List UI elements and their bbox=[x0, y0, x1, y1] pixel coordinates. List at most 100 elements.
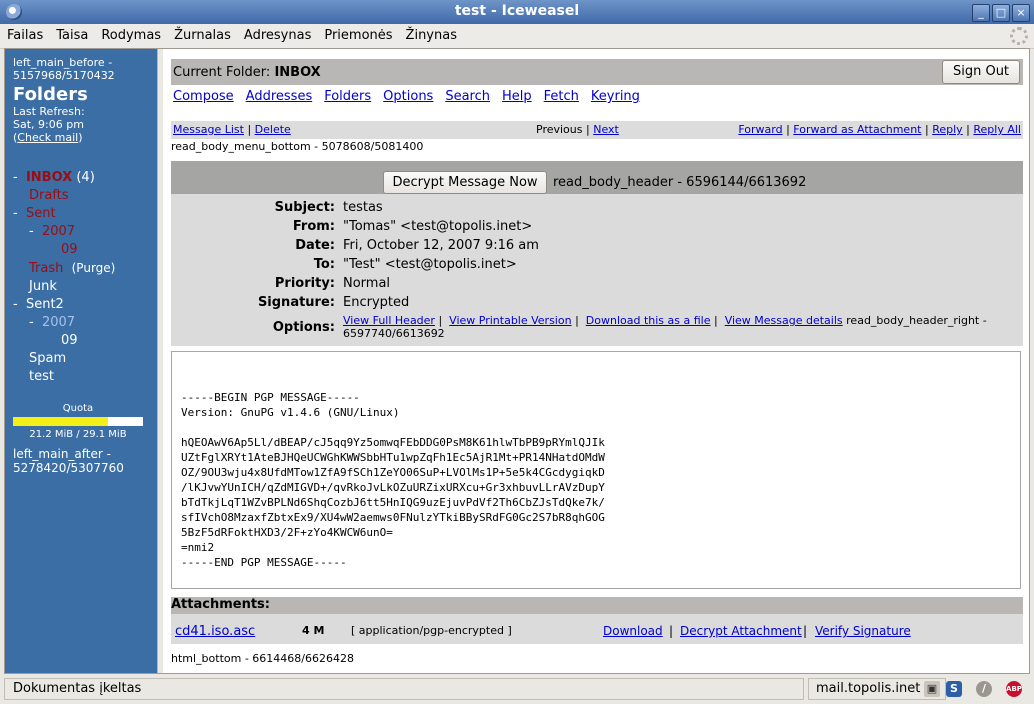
window-title: test - Iceweasel bbox=[454, 3, 580, 19]
folder-label[interactable]: INBOX bbox=[26, 170, 72, 185]
folder-label[interactable]: 09 bbox=[61, 333, 78, 348]
adblock-icon[interactable]: ABP bbox=[1006, 681, 1022, 697]
folder-label[interactable]: test bbox=[29, 369, 54, 384]
folder-spam[interactable]: Spam bbox=[13, 350, 157, 368]
statusbar: Dokumentas įkeltas mail.topolis.inet ▣ S… bbox=[0, 676, 1034, 704]
debug-left-main-before: left_main_before - 5157968/5170432 bbox=[13, 56, 115, 82]
nav-search[interactable]: Search bbox=[445, 89, 490, 104]
current-folder-bar: Current Folder: INBOX Sign Out bbox=[171, 59, 1023, 85]
attachment-download-link[interactable]: Download bbox=[603, 624, 663, 638]
s-extension-icon[interactable]: S bbox=[946, 681, 962, 697]
frame-divider[interactable] bbox=[157, 49, 163, 673]
view-details-link[interactable]: View Message details bbox=[725, 314, 843, 327]
nav-addresses[interactable]: Addresses bbox=[246, 89, 313, 104]
throbber-icon bbox=[1010, 27, 1028, 45]
folder-label[interactable]: Spam bbox=[29, 351, 66, 366]
last-refresh-value: Sat, 9:06 pm bbox=[13, 118, 84, 131]
folder-sent2-2007-09[interactable]: 09 bbox=[13, 332, 157, 350]
folder-sent2[interactable]: - Sent2 bbox=[13, 296, 157, 314]
delete-link[interactable]: Delete bbox=[255, 123, 291, 136]
view-full-header-link[interactable]: View Full Header bbox=[343, 314, 435, 327]
sign-out-button[interactable]: Sign Out bbox=[942, 60, 1020, 84]
collapse-toggle[interactable]: - bbox=[29, 224, 34, 239]
attachment-size: 4 M bbox=[302, 624, 325, 637]
collapse-toggle[interactable]: - bbox=[13, 170, 18, 185]
separator: | bbox=[966, 123, 970, 136]
debug-read-body-header: read_body_header - 6596144/6613692 bbox=[553, 175, 807, 190]
download-file-link[interactable]: Download this as a file bbox=[586, 314, 711, 327]
folder-label[interactable]: Trash bbox=[29, 261, 63, 276]
menu-zinynas[interactable]: Žinynas bbox=[399, 24, 463, 43]
folder-drafts[interactable]: Drafts bbox=[13, 187, 157, 205]
minimize-icon[interactable]: _ bbox=[972, 4, 990, 22]
paren: ) bbox=[78, 131, 83, 144]
folder-label[interactable]: 2007 bbox=[42, 224, 75, 239]
folder-label[interactable]: 2007 bbox=[42, 315, 75, 330]
separator: | bbox=[586, 123, 590, 136]
from-value: "Tomas" <test@topolis.inet> bbox=[343, 219, 533, 234]
nav-fetch[interactable]: Fetch bbox=[544, 89, 579, 104]
noscript-icon[interactable]: / bbox=[976, 681, 992, 697]
menu-zurnalas[interactable]: Žurnalas bbox=[167, 24, 237, 43]
folder-trash[interactable]: Trash (Purge) bbox=[13, 259, 157, 278]
attachment-name-link[interactable]: cd41.iso.asc bbox=[175, 624, 255, 639]
menu-rodymas[interactable]: Rodymas bbox=[94, 24, 167, 43]
menu-failas[interactable]: Failas bbox=[0, 24, 49, 43]
folder-junk[interactable]: Junk bbox=[13, 278, 157, 296]
collapse-toggle[interactable]: - bbox=[29, 315, 34, 330]
folders-title: Folders bbox=[13, 84, 88, 105]
folder-label[interactable]: 09 bbox=[61, 242, 78, 257]
decrypt-message-button[interactable]: Decrypt Message Now bbox=[383, 171, 547, 194]
browser-content: left_main_before - 5157968/5170432 Folde… bbox=[4, 48, 1030, 674]
lock-icon[interactable]: ▣ bbox=[924, 681, 940, 697]
folder-label[interactable]: Junk bbox=[29, 279, 57, 294]
attachment-row: cd41.iso.asc 4 M [ application/pgp-encry… bbox=[171, 614, 1023, 644]
forward-attachment-link[interactable]: Forward as Attachment bbox=[793, 123, 921, 136]
folder-inbox[interactable]: - INBOX (4) bbox=[13, 169, 157, 187]
attachment-type: [ application/pgp-encrypted ] bbox=[351, 624, 512, 637]
folder-label[interactable]: Drafts bbox=[29, 188, 69, 203]
separator: | bbox=[247, 123, 252, 136]
attachments-title: Attachments: bbox=[171, 597, 270, 612]
message-list-link[interactable]: Message List bbox=[173, 123, 244, 136]
purge-link[interactable]: (Purge) bbox=[72, 261, 116, 275]
check-mail-link[interactable]: Check mail bbox=[17, 131, 78, 144]
date-label: Date: bbox=[295, 238, 335, 253]
nav-help[interactable]: Help bbox=[502, 89, 532, 104]
previous-label: Previous bbox=[536, 123, 583, 136]
quota-text: 21.2 MiB / 29.1 MiB bbox=[29, 429, 127, 440]
folder-sent[interactable]: - Sent bbox=[13, 205, 157, 223]
nav-compose[interactable]: Compose bbox=[173, 89, 234, 104]
nav-options[interactable]: Options bbox=[383, 89, 433, 104]
message-pane: Current Folder: INBOX Sign Out Compose Ad… bbox=[171, 49, 1023, 673]
subject-value: testas bbox=[343, 200, 383, 215]
verify-signature-link[interactable]: Verify Signature bbox=[815, 624, 911, 638]
priority-label: Priority: bbox=[274, 276, 335, 291]
close-icon[interactable]: × bbox=[1012, 4, 1030, 22]
folder-sent-2007[interactable]: - 2007 bbox=[13, 223, 157, 241]
reply-all-link[interactable]: Reply All bbox=[973, 123, 1021, 136]
nav-folders[interactable]: Folders bbox=[324, 89, 371, 104]
nav-keyring[interactable]: Keyring bbox=[591, 89, 640, 104]
folder-label[interactable]: Sent bbox=[26, 206, 56, 221]
separator: | bbox=[924, 123, 929, 136]
next-link[interactable]: Next bbox=[593, 123, 619, 136]
maximize-icon[interactable]: □ bbox=[992, 4, 1010, 22]
folder-sent2-2007[interactable]: - 2007 bbox=[13, 314, 157, 332]
menubar: Failas Taisa Rodymas Žurnalas Adresynas … bbox=[0, 24, 1034, 49]
forward-link[interactable]: Forward bbox=[738, 123, 782, 136]
menu-taisa[interactable]: Taisa bbox=[49, 24, 94, 43]
from-label: From: bbox=[292, 219, 335, 234]
collapse-toggle[interactable]: - bbox=[13, 206, 18, 221]
debug-left-main-after: left_main_after - 5278420/5307760 bbox=[13, 447, 124, 475]
view-printable-link[interactable]: View Printable Version bbox=[449, 314, 571, 327]
decrypt-attachment-link[interactable]: Decrypt Attachment bbox=[680, 624, 802, 638]
menu-priemones[interactable]: Priemonės bbox=[317, 24, 398, 43]
separator: | bbox=[786, 123, 790, 136]
folder-label[interactable]: Sent2 bbox=[26, 297, 64, 312]
collapse-toggle[interactable]: - bbox=[13, 297, 18, 312]
folder-test[interactable]: test bbox=[13, 368, 157, 386]
reply-link[interactable]: Reply bbox=[932, 123, 962, 136]
menu-adresynas[interactable]: Adresynas bbox=[237, 24, 317, 43]
folder-sent-2007-09[interactable]: 09 bbox=[13, 241, 157, 259]
